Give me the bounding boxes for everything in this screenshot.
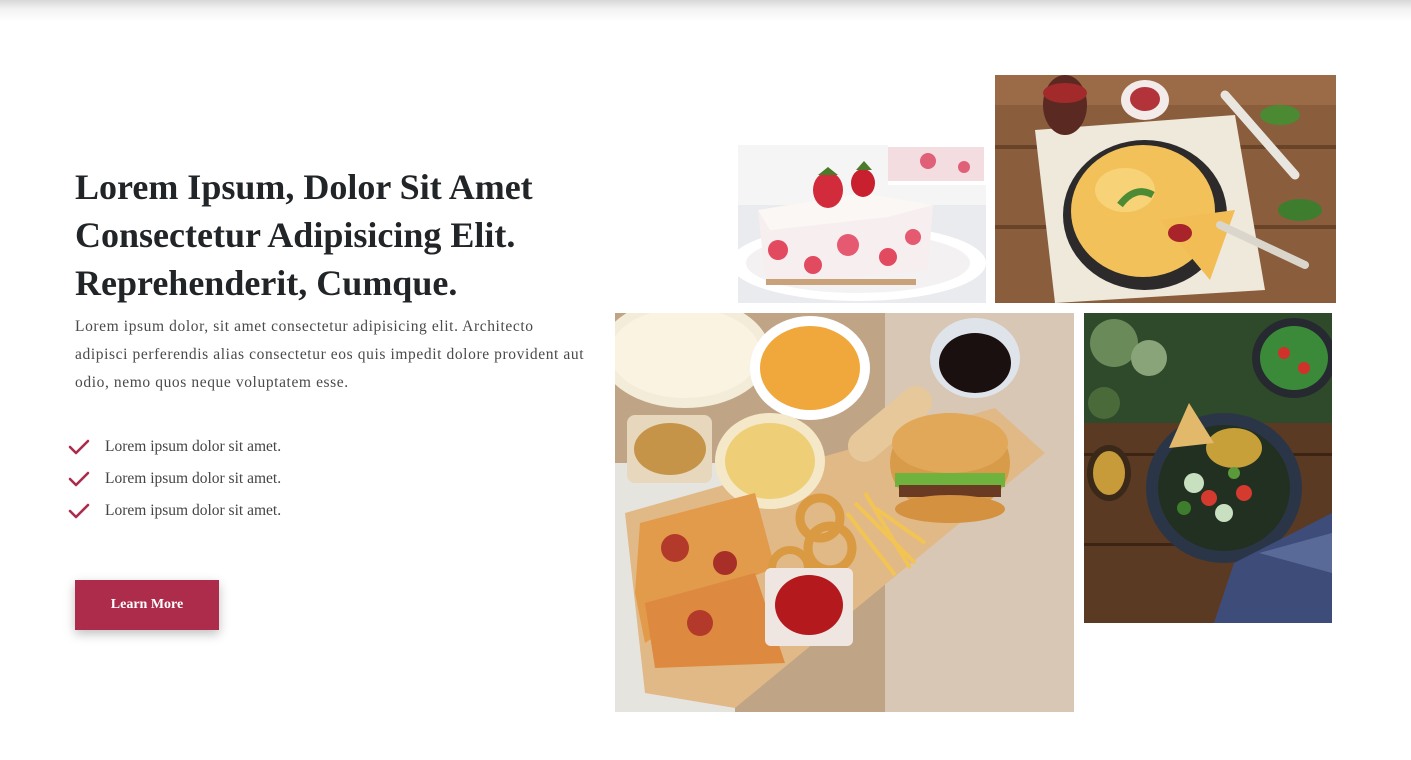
hero-headline: Lorem Ipsum, Dolor Sit Amet Consectetur … <box>75 167 533 303</box>
check-icon <box>68 503 90 519</box>
hero-section: Lorem Ipsum, Dolor Sit Amet Consectetur … <box>0 0 1411 760</box>
feature-item: Lorem ipsum dolor sit amet. <box>68 463 281 495</box>
check-icon <box>68 439 90 455</box>
fast-food-photo <box>615 313 1074 712</box>
hero-description: Lorem ipsum dolor, sit amet consectetur … <box>75 318 585 391</box>
feature-text: Lorem ipsum dolor sit amet. <box>105 438 282 455</box>
feature-item: Lorem ipsum dolor sit amet. <box>68 431 281 463</box>
feature-list: Lorem ipsum dolor sit amet. Lorem ipsum … <box>68 431 281 527</box>
feature-text: Lorem ipsum dolor sit amet. <box>105 502 282 519</box>
feature-item: Lorem ipsum dolor sit amet. <box>68 495 281 527</box>
salad-bowl-photo <box>1084 313 1332 623</box>
strawberry-cake-photo <box>738 145 986 303</box>
learn-more-button[interactable]: Learn More <box>75 580 219 630</box>
feature-text: Lorem ipsum dolor sit amet. <box>105 470 282 487</box>
check-icon <box>68 471 90 487</box>
quiche-photo <box>995 75 1336 303</box>
